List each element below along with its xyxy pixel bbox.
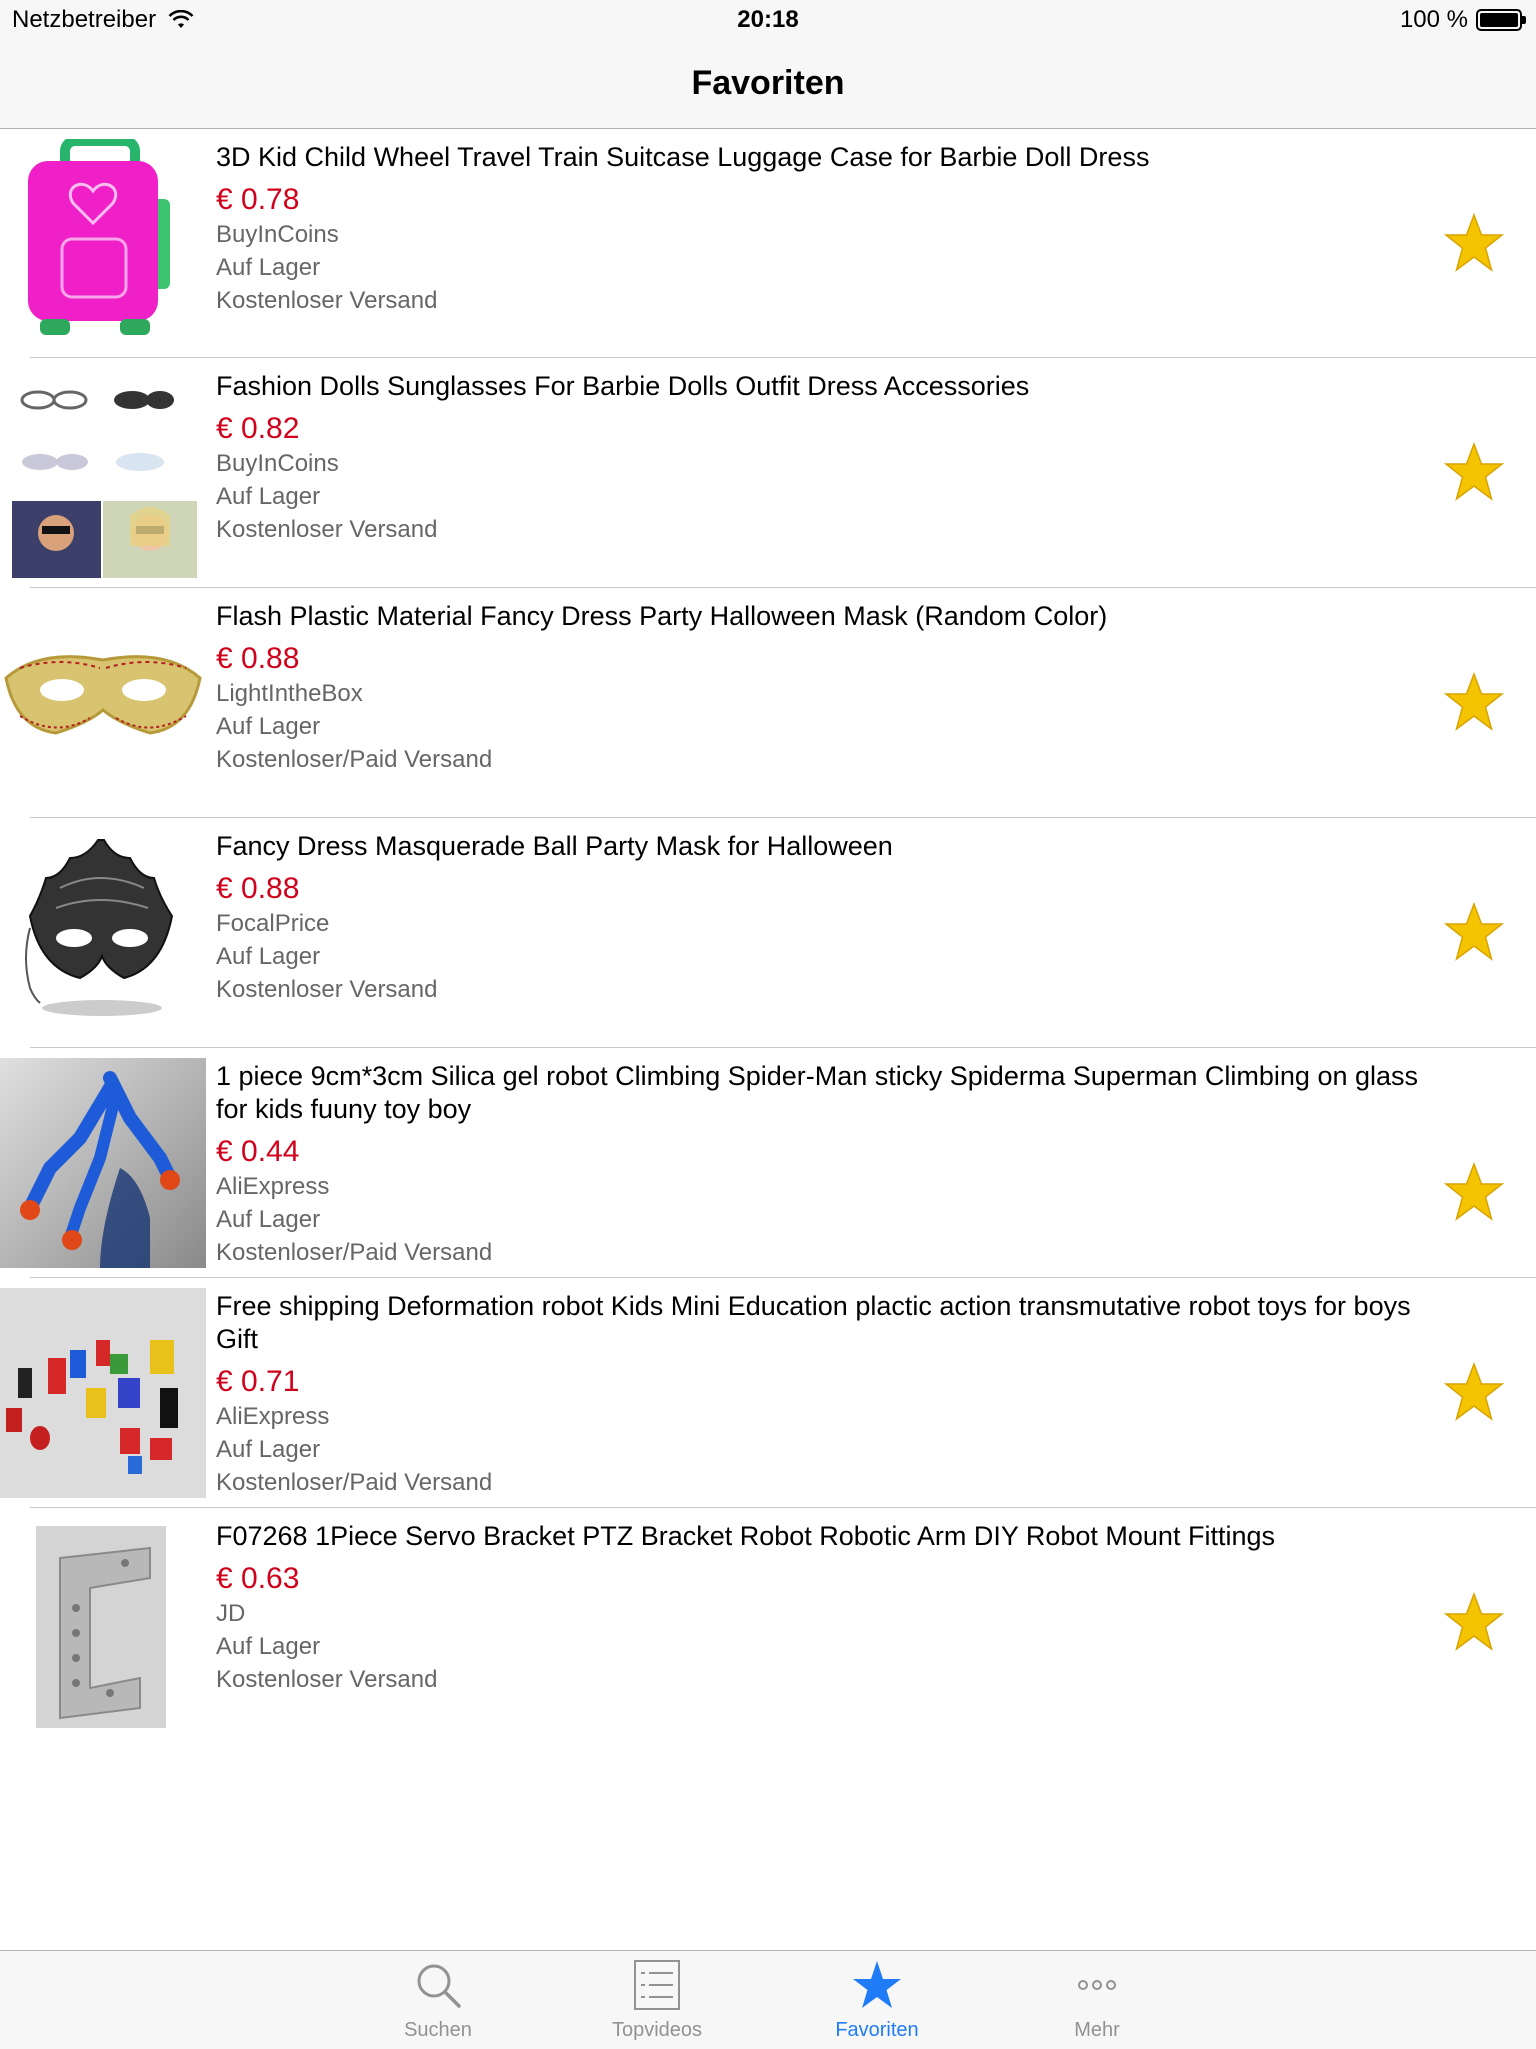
tab-bar: Suchen Topvideos Favoriten Mehr: [0, 1950, 1536, 2049]
item-shipping: Kostenloser Versand: [216, 976, 438, 1003]
item-price: € 0.88: [216, 642, 300, 675]
tab-label: Mehr: [1074, 2019, 1120, 2041]
item-title: Fancy Dress Masquerade Ball Party Mask f…: [216, 831, 893, 861]
battery-icon: [1476, 9, 1526, 31]
item-stock: Auf Lager: [216, 943, 321, 970]
tab-label: Topvideos: [611, 2019, 703, 2041]
item-price: € 0.44: [216, 1135, 300, 1168]
tab-label: Suchen: [404, 2019, 472, 2041]
item-info: 1 piece 9cm*3cm Silica gel robot Climbin…: [216, 1060, 1446, 1269]
item-stock: Auf Lager: [216, 1206, 321, 1233]
item-price: € 0.71: [216, 1365, 300, 1398]
list-item[interactable]: Fancy Dress Masquerade Ball Party Mask f…: [0, 818, 1536, 1048]
battery-label: 100 %: [1399, 6, 1468, 33]
star-icon: [853, 1961, 901, 2008]
item-info: Flash Plastic Material Fancy Dress Party…: [216, 600, 1446, 776]
product-image-doll-sunglasses: [0, 368, 206, 578]
item-store: AliExpress: [216, 1403, 330, 1430]
item-stock: Auf Lager: [216, 1436, 321, 1463]
tab-topvideos[interactable]: Topvideos: [557, 1951, 757, 2049]
item-shipping: Kostenloser/Paid Versand: [216, 1239, 493, 1266]
item-shipping: Kostenloser/Paid Versand: [216, 746, 493, 773]
item-info: 3D Kid Child Wheel Travel Train Suitcase…: [216, 141, 1446, 317]
favorite-star-icon[interactable]: [1442, 671, 1506, 733]
tab-suchen[interactable]: Suchen: [338, 1951, 538, 2049]
item-shipping: Kostenloser Versand: [216, 1666, 438, 1693]
item-store: BuyInCoins: [216, 221, 339, 248]
list-icon: [634, 1960, 680, 2010]
favorite-star-icon[interactable]: [1442, 1591, 1506, 1653]
page-title: Favoriten: [691, 64, 845, 102]
item-store: FocalPrice: [216, 910, 330, 937]
item-shipping: Kostenloser Versand: [216, 287, 438, 314]
item-store: AliExpress: [216, 1173, 330, 1200]
item-price: € 0.88: [216, 872, 300, 905]
list-item[interactable]: Fashion Dolls Sunglasses For Barbie Doll…: [0, 358, 1536, 588]
favorite-star-icon[interactable]: [1442, 441, 1506, 503]
product-image-gold-mask: [0, 598, 206, 808]
item-shipping: Kostenloser/Paid Versand: [216, 1469, 493, 1496]
list-item[interactable]: 1 piece 9cm*3cm Silica gel robot Climbin…: [0, 1048, 1536, 1278]
item-stock: Auf Lager: [216, 483, 321, 510]
list-item[interactable]: Flash Plastic Material Fancy Dress Party…: [0, 588, 1536, 818]
product-image-climbing-toy: [0, 1058, 206, 1268]
item-title: Free shipping Deformation robot Kids Min…: [216, 1291, 1411, 1354]
list-item[interactable]: 3D Kid Child Wheel Travel Train Suitcase…: [0, 129, 1536, 358]
favorite-star-icon[interactable]: [1442, 1361, 1506, 1423]
item-store: LightIntheBox: [216, 680, 363, 707]
item-info: F07268 1Piece Servo Bracket PTZ Bracket …: [216, 1520, 1446, 1696]
item-title: Fashion Dolls Sunglasses For Barbie Doll…: [216, 371, 1030, 401]
favorite-star-icon[interactable]: [1442, 212, 1506, 274]
product-image-robot-toys: [0, 1288, 206, 1498]
item-stock: Auf Lager: [216, 713, 321, 740]
item-price: € 0.78: [216, 183, 300, 216]
item-info: Fancy Dress Masquerade Ball Party Mask f…: [216, 830, 1446, 1006]
favorite-star-icon[interactable]: [1442, 1161, 1506, 1223]
item-title: 3D Kid Child Wheel Travel Train Suitcase…: [216, 142, 1150, 172]
status-right: 100 %: [1399, 6, 1526, 34]
list-item[interactable]: Free shipping Deformation robot Kids Min…: [0, 1278, 1536, 1508]
item-price: € 0.63: [216, 1562, 300, 1595]
item-info: Fashion Dolls Sunglasses For Barbie Doll…: [216, 370, 1446, 546]
product-image-pink-suitcase: [0, 139, 206, 349]
item-store: JD: [216, 1600, 246, 1627]
status-time: 20:18: [737, 6, 799, 33]
search-icon: [417, 1964, 461, 2008]
navigation-bar: Favoriten: [0, 40, 1536, 129]
item-stock: Auf Lager: [216, 254, 321, 281]
tab-label: Favoriten: [835, 2019, 919, 2041]
product-image-black-mask: [0, 828, 206, 1038]
item-info: Free shipping Deformation robot Kids Min…: [216, 1290, 1446, 1499]
item-store: BuyInCoins: [216, 450, 339, 477]
more-icon: [1078, 1980, 1116, 1990]
status-bar: Netzbetreiber 20:18 100 %: [0, 0, 1536, 40]
item-stock: Auf Lager: [216, 1633, 321, 1660]
item-title: Flash Plastic Material Fancy Dress Party…: [216, 601, 1108, 631]
favorites-list: 3D Kid Child Wheel Travel Train Suitcase…: [0, 129, 1536, 1738]
item-title: F07268 1Piece Servo Bracket PTZ Bracket …: [216, 1521, 1275, 1551]
favorite-star-icon[interactable]: [1442, 901, 1506, 963]
item-title: 1 piece 9cm*3cm Silica gel robot Climbin…: [216, 1061, 1419, 1124]
tab-favoriten[interactable]: Favoriten: [777, 1951, 977, 2049]
tab-mehr[interactable]: Mehr: [997, 1951, 1197, 2049]
list-item[interactable]: F07268 1Piece Servo Bracket PTZ Bracket …: [0, 1508, 1536, 1738]
item-shipping: Kostenloser Versand: [216, 516, 438, 543]
item-price: € 0.82: [216, 412, 300, 445]
product-image-servo-bracket: [0, 1518, 206, 1728]
